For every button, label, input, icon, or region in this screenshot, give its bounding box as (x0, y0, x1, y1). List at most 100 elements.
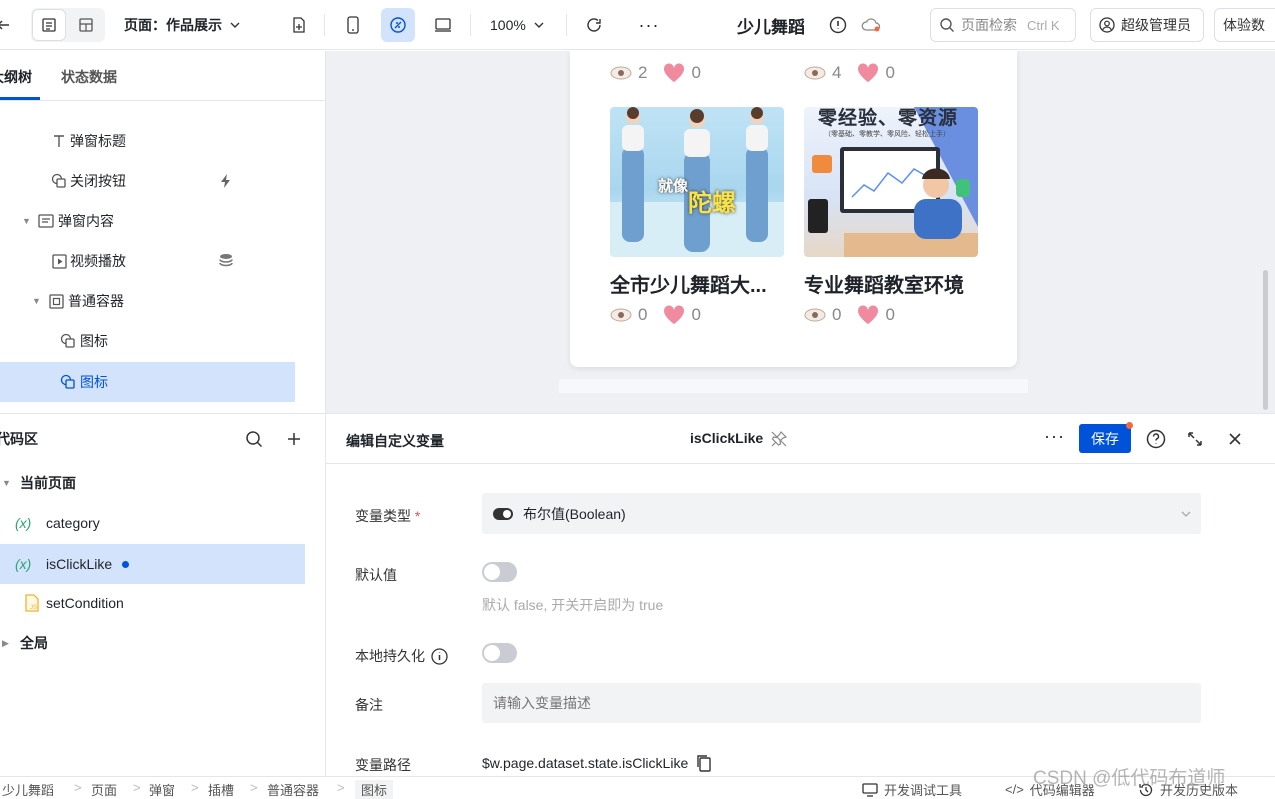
breadcrumb-item[interactable]: 弹窗 (149, 780, 175, 799)
like-count: 0 (691, 63, 701, 82)
canvas-scrollbar[interactable] (1263, 270, 1268, 410)
caret-down-icon[interactable]: ▼ (2, 478, 14, 488)
mobile-view-icon[interactable] (336, 8, 370, 42)
trial-button[interactable]: 体验数 (1214, 8, 1275, 42)
code-item-label: category (46, 515, 100, 531)
debug-tools-button[interactable]: 开发调试工具 (862, 780, 962, 799)
code-item-isclicklike[interactable]: (x) isClickLike (0, 544, 305, 584)
tab-outline[interactable]: 大纲树 (0, 67, 32, 87)
canvas-placeholder-bar (559, 379, 1028, 393)
chevron-down-icon (230, 20, 240, 30)
variable-name: isClickLike (690, 430, 764, 446)
refresh-icon[interactable] (577, 8, 611, 42)
path-field-label: 变量路径 (355, 757, 411, 773)
type-value: 布尔值(Boolean) (523, 505, 626, 522)
breadcrumb-item[interactable]: 普通容器 (267, 780, 319, 799)
search-icon[interactable] (245, 430, 263, 448)
cloud-sync-icon[interactable] (854, 8, 888, 42)
back-arrow-icon[interactable] (0, 8, 20, 42)
page-selector[interactable]: 页面：作品展示 (124, 0, 240, 50)
eye-icon (610, 308, 632, 322)
expand-icon[interactable] (1186, 430, 1204, 448)
tree-item-popup-content[interactable]: ▼ 弹窗内容 (0, 201, 326, 241)
tree-item-label: 弹窗标题 (70, 133, 126, 149)
tree-item-container[interactable]: ▼ 普通容器 (0, 281, 326, 321)
save-button[interactable]: 保存 (1079, 422, 1133, 453)
lightning-icon[interactable] (219, 173, 233, 189)
desktop-view-icon[interactable] (426, 8, 460, 42)
user-menu[interactable]: 超级管理员 (1090, 8, 1204, 42)
component-icon (56, 333, 80, 349)
tree-item-label: 图标 (80, 333, 108, 349)
pin-icon[interactable] (770, 430, 788, 448)
tree-item-label: 普通容器 (68, 293, 124, 309)
user-label: 超级管理员 (1121, 17, 1191, 33)
breadcrumb-separator: > (337, 780, 345, 795)
page-search-input[interactable]: 页面检索 Ctrl K (930, 8, 1076, 42)
close-icon[interactable] (1228, 432, 1242, 446)
sub-banner-text: （零基础、零教学、零风险、轻松上手） (824, 131, 950, 138)
code-area-title: 代码区 (0, 430, 38, 447)
heart-icon[interactable] (857, 305, 879, 325)
copy-icon[interactable] (696, 754, 712, 772)
layout-view-icon[interactable] (69, 9, 103, 41)
banner-text: 零经验、零资源 (818, 108, 959, 129)
heart-icon[interactable] (663, 305, 685, 325)
zoom-value: 100% (490, 17, 526, 33)
zoom-selector[interactable]: 100% (490, 0, 544, 50)
info-icon[interactable] (431, 647, 448, 665)
code-group-current-page[interactable]: ▼ 当前页面 (0, 463, 326, 503)
card-stats-top-2: 4 0 (804, 63, 895, 83)
tree-item-popup-title[interactable]: 弹窗标题 (0, 121, 326, 161)
unsaved-dot (122, 560, 130, 568)
note-field-label: 备注 (355, 697, 383, 713)
caret-down-icon[interactable]: ▼ (22, 216, 34, 226)
breadcrumb-item[interactable]: 页面 (91, 780, 117, 799)
caret-down-icon[interactable]: ▼ (32, 296, 44, 306)
add-icon[interactable] (286, 431, 302, 447)
breadcrumb-separator: > (74, 780, 82, 795)
card-title: 全市少儿舞蹈大... (610, 275, 767, 297)
card-image-classroom[interactable]: 零经验、零资源 （零基础、零教学、零风险、轻松上手） (804, 107, 978, 257)
persist-toggle[interactable] (482, 643, 517, 663)
heart-icon[interactable] (663, 63, 685, 83)
list-view-icon[interactable] (32, 9, 66, 41)
help-icon[interactable] (1146, 429, 1166, 449)
database-icon[interactable] (219, 253, 233, 269)
divider (470, 14, 471, 36)
variable-type-select[interactable]: 布尔值(Boolean) (482, 493, 1201, 534)
add-page-icon[interactable] (282, 8, 316, 42)
tree-item-close-button[interactable]: 关闭按钮 (0, 161, 326, 201)
caret-right-icon[interactable]: ▶ (2, 638, 14, 649)
breadcrumb-separator: > (191, 780, 199, 795)
breadcrumb-item[interactable]: 插槽 (208, 780, 234, 799)
link-mode-icon[interactable] (381, 8, 415, 42)
note-input[interactable] (482, 683, 1201, 723)
card-image-dancer[interactable]: 就像 陀螺 (610, 107, 784, 257)
heart-icon[interactable] (857, 63, 879, 83)
code-item-category[interactable]: (x) category (0, 503, 326, 543)
breadcrumb-item[interactable]: 图标 (355, 780, 394, 799)
tree-item-video-player[interactable]: 视频播放 (0, 241, 326, 281)
variable-icon: (x) (15, 556, 32, 572)
eye-icon (610, 66, 632, 80)
divider (566, 14, 567, 36)
code-item-setcondition[interactable]: JS setCondition (0, 583, 326, 623)
left-panel: 大纲树 状态数据 弹窗标题 关闭按钮 ▼ 弹窗内容 视频播放 ▼ 普通容器 图标… (0, 51, 326, 797)
variable-icon: (x) (15, 515, 32, 531)
tree-item-icon-selected[interactable]: 图标 (0, 362, 295, 402)
info-icon[interactable] (821, 8, 855, 42)
tree-item-icon[interactable]: 图标 (0, 321, 326, 361)
debug-tools-label: 开发调试工具 (884, 783, 963, 798)
active-tab-underline (0, 97, 40, 100)
more-icon[interactable]: ··· (1044, 426, 1065, 447)
overlay-text-2: 陀螺 (688, 190, 736, 217)
tab-state-data[interactable]: 状态数据 (61, 67, 117, 87)
card-title: 专业舞蹈教室环境 (804, 275, 964, 297)
view-count: 4 (832, 63, 842, 82)
code-group-global[interactable]: ▶ 全局 (0, 623, 326, 663)
more-icon[interactable]: ··· (632, 8, 666, 42)
default-value-toggle[interactable] (482, 562, 517, 582)
persist-field-label: 本地持久化 (355, 646, 448, 666)
breadcrumb-item[interactable]: 少儿舞蹈 (2, 780, 54, 799)
